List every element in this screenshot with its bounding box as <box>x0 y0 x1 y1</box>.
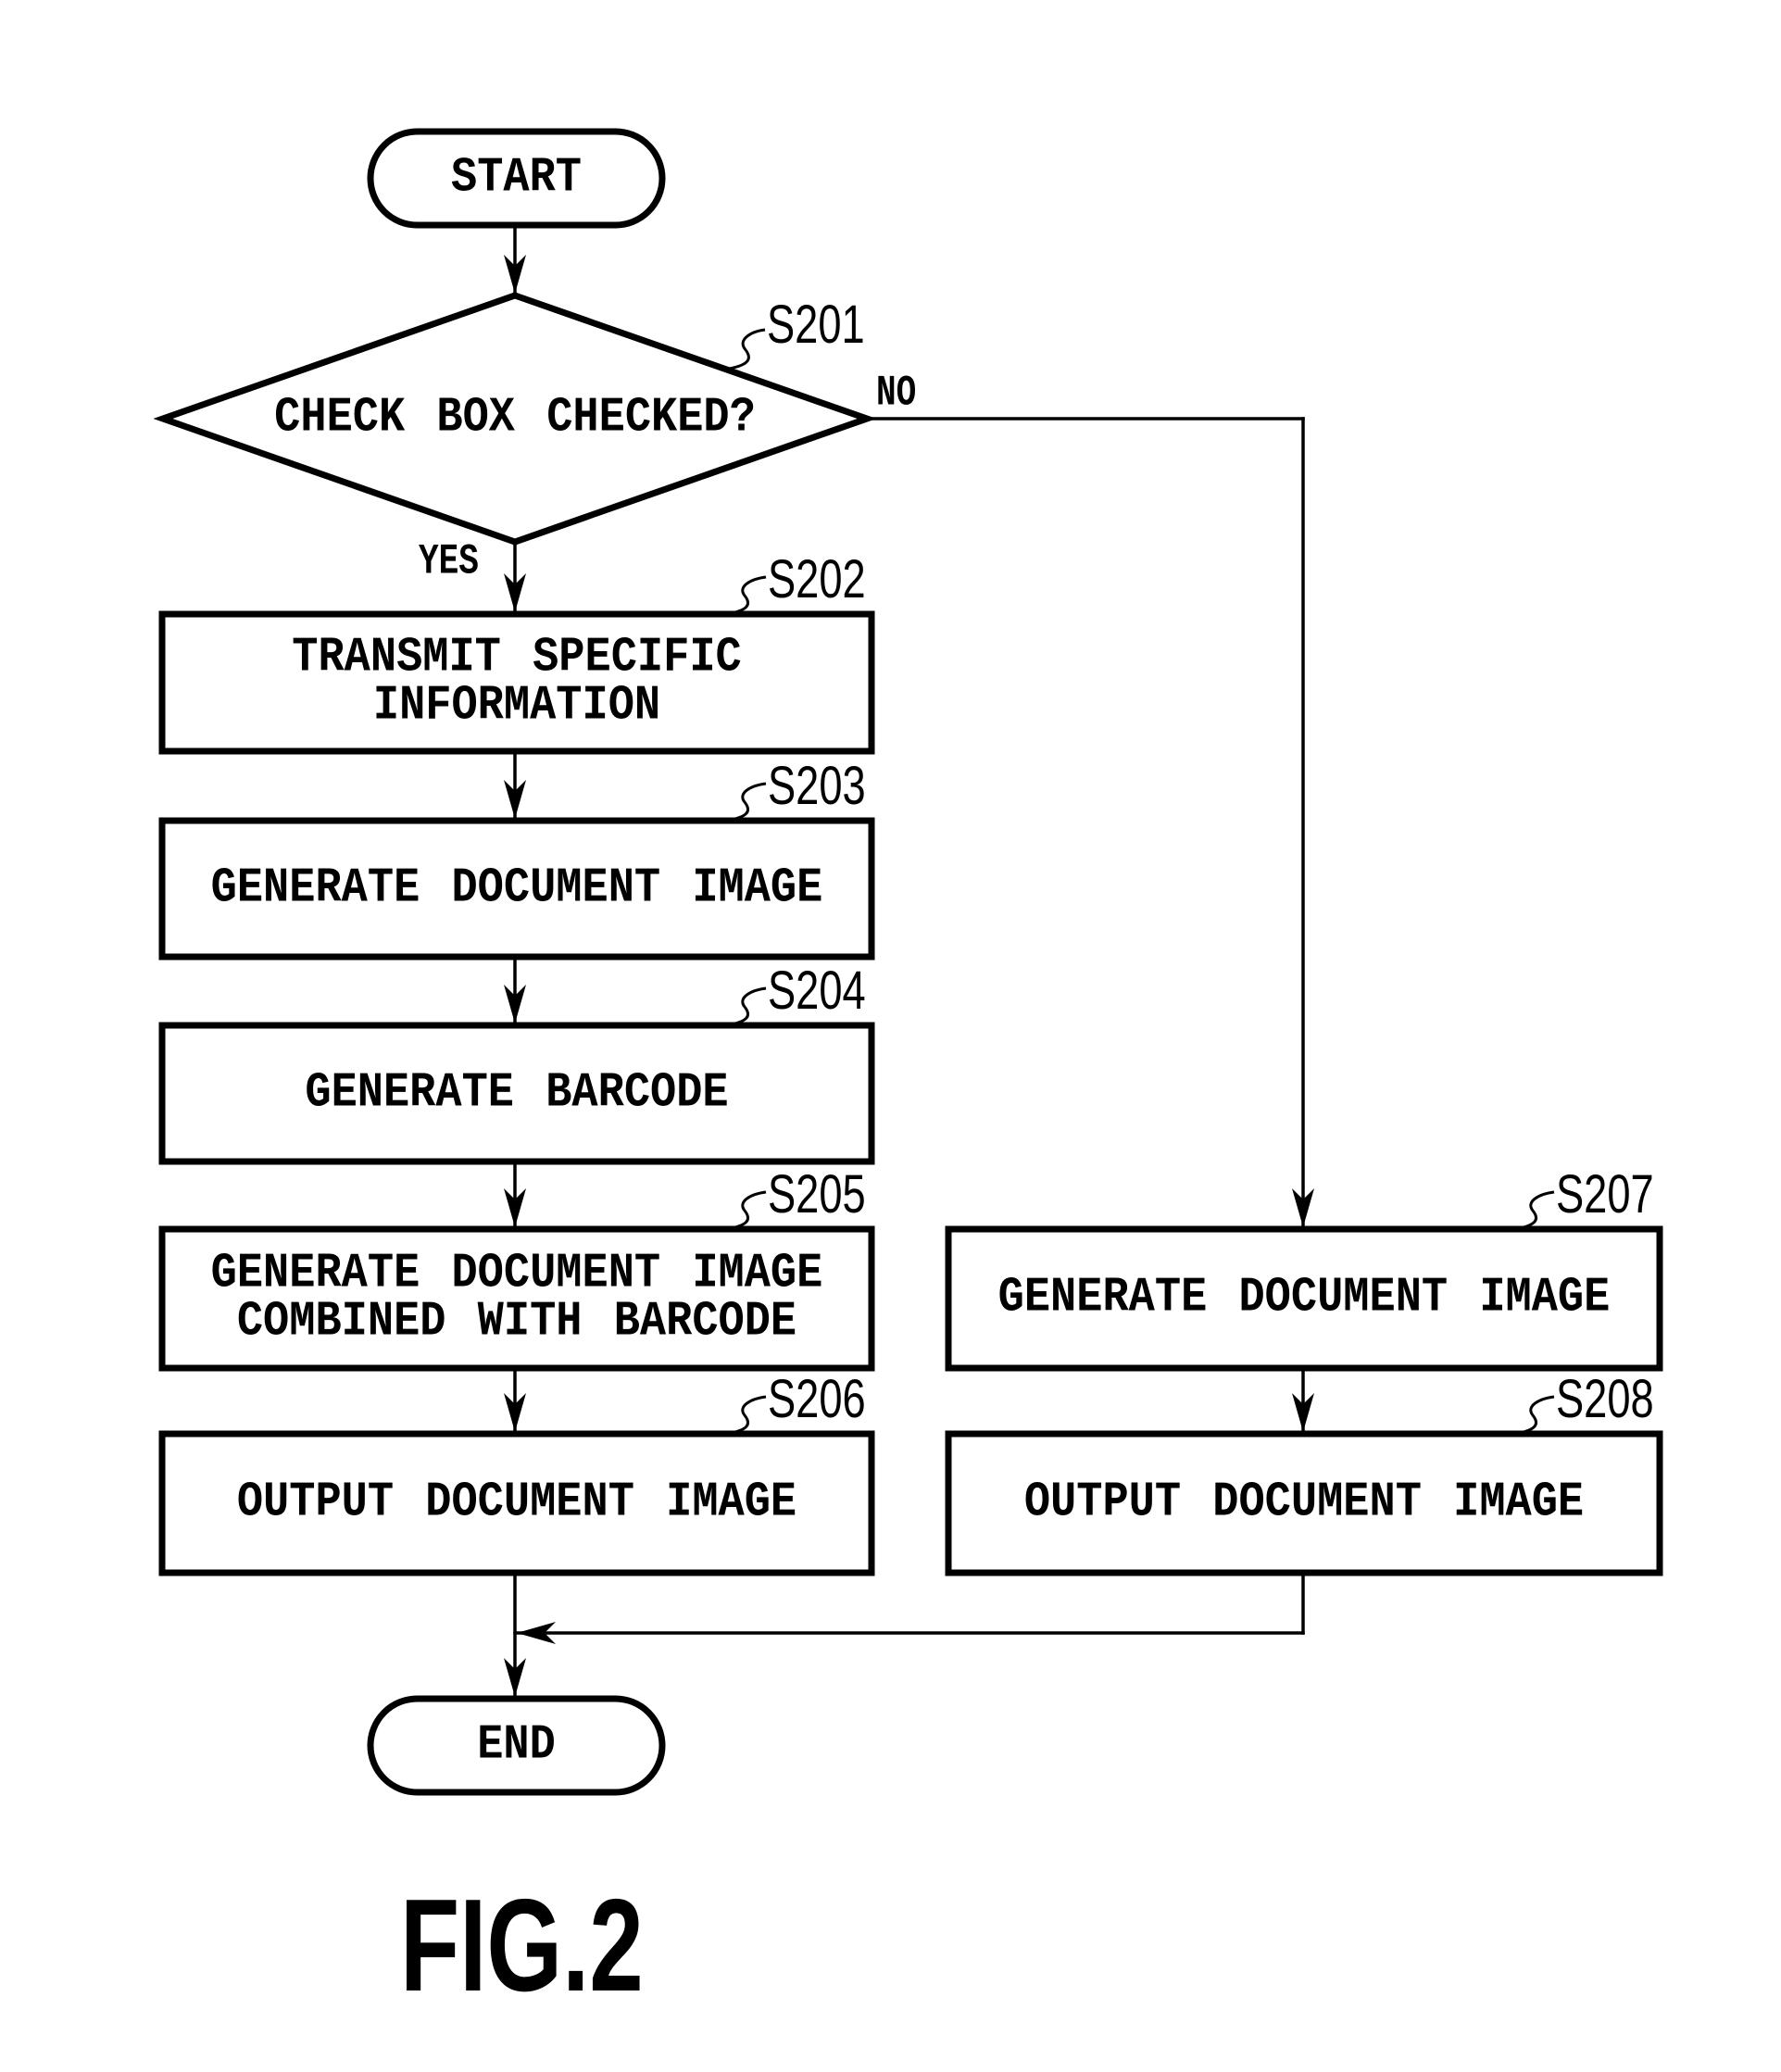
step-code-s208: S208 <box>1556 1369 1654 1429</box>
leader-line-s204 <box>726 986 767 1027</box>
process-text-line: OUTPUT DOCUMENT IMAGE <box>236 1475 797 1531</box>
leader-line-s205 <box>726 1190 767 1231</box>
end-text: END <box>477 1717 556 1773</box>
leader-line-s203 <box>726 782 767 823</box>
no-branch-label: NO <box>876 369 917 419</box>
process-s203-label: GENERATE DOCUMENT IMAGE <box>162 821 872 957</box>
decision-s201-label: CHECK BOX CHECKED? <box>163 382 867 456</box>
step-code-s205: S205 <box>768 1164 866 1224</box>
start-terminator-label: START <box>370 132 662 225</box>
process-text-line: OUTPUT DOCUMENT IMAGE <box>1023 1475 1585 1531</box>
process-text-line: GENERATE DOCUMENT IMAGE <box>210 1246 823 1302</box>
step-code-s206: S206 <box>768 1369 866 1429</box>
leader-line-s201 <box>728 328 766 370</box>
leader-line-s202 <box>726 575 767 616</box>
process-s206-label: OUTPUT DOCUMENT IMAGE <box>162 1434 872 1573</box>
process-s202-label: TRANSMIT SPECIFIC INFORMATION <box>162 614 872 751</box>
flowchart-figure: START CHECK BOX CHECKED? TRANSMIT SPECIF… <box>0 0 1781 2072</box>
step-code-s207: S207 <box>1556 1164 1654 1224</box>
process-s208-label: OUTPUT DOCUMENT IMAGE <box>948 1434 1660 1573</box>
process-s204-label: GENERATE BARCODE <box>162 1025 872 1162</box>
leader-line-s208 <box>1514 1395 1555 1436</box>
process-text-line: GENERATE BARCODE <box>305 1065 729 1121</box>
leader-line-s206 <box>726 1395 767 1436</box>
yes-branch-label: YES <box>419 537 479 587</box>
leader-line-s207 <box>1514 1190 1555 1231</box>
decision-question-text: CHECK BOX CHECKED? <box>274 390 756 446</box>
step-code-s203: S203 <box>768 756 866 816</box>
figure-caption: FIG.2 <box>400 1872 644 2019</box>
process-text-line: COMBINED WITH BARCODE <box>236 1294 797 1350</box>
process-text-line: INFORMATION <box>372 678 661 735</box>
process-text-line: TRANSMIT SPECIFIC <box>292 630 742 686</box>
process-s205-label: GENERATE DOCUMENT IMAGE COMBINED WITH BAR… <box>162 1229 872 1368</box>
process-s207-label: GENERATE DOCUMENT IMAGE <box>948 1229 1660 1368</box>
end-terminator-label: END <box>370 1699 662 1792</box>
process-text-line: GENERATE DOCUMENT IMAGE <box>210 860 823 916</box>
process-text-line: GENERATE DOCUMENT IMAGE <box>997 1270 1611 1326</box>
step-code-s202: S202 <box>768 549 866 609</box>
start-text: START <box>450 150 583 206</box>
step-code-s204: S204 <box>768 961 866 1021</box>
step-code-s201: S201 <box>767 295 865 355</box>
